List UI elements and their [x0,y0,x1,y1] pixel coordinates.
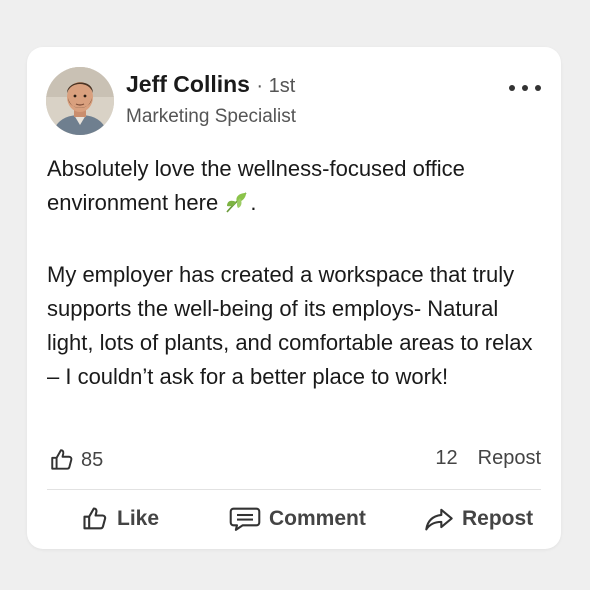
like-button[interactable]: Like [81,501,159,537]
post-body: Absolutely love the wellness-focused off… [47,152,547,394]
comment-icon [229,507,261,531]
ellipsis-icon [509,85,515,91]
author-name[interactable]: Jeff Collins [126,71,250,97]
reposts-count[interactable]: Repost [478,447,541,470]
author-header: Jeff Collins · 1st [126,71,295,98]
engagement-stats: 85 12 Repost [49,447,541,477]
more-options-button[interactable] [509,83,541,93]
thumbs-up-icon [51,449,73,470]
comment-button[interactable]: Comment [229,501,366,537]
thumbs-up-icon [83,507,107,530]
post-card: Jeff Collins · 1st Marketing Specialist … [27,47,561,549]
person-avatar-icon [46,67,114,135]
share-arrow-icon [425,508,453,531]
post-paragraph-1: Absolutely love the wellness-focused off… [47,152,547,224]
post-paragraph-2: My employer has created a workspace that… [47,262,533,389]
author-avatar[interactable] [46,67,114,135]
action-bar: Like Comment Repost [47,501,541,537]
leaf-emoji-icon [224,190,250,224]
divider [47,489,541,490]
author-title: Marketing Specialist [126,106,297,127]
likes-count[interactable]: 85 [49,447,103,473]
connection-degree: · 1st [256,75,296,97]
comments-count[interactable]: 12 [435,447,457,470]
repost-button[interactable]: Repost [424,501,533,537]
